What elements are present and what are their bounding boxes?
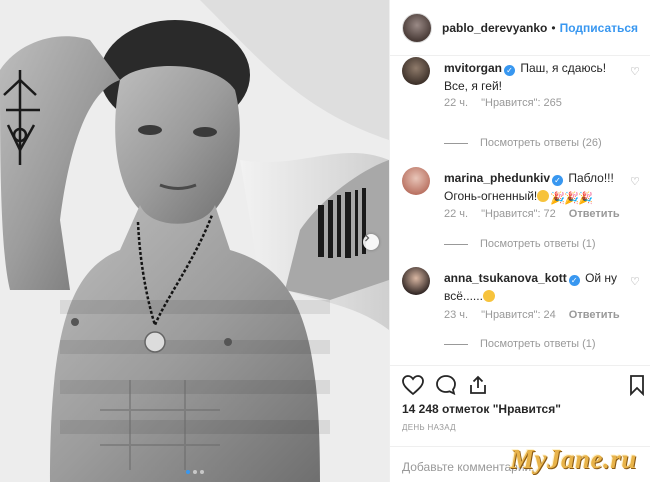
post-date[interactable]: ДЕНЬ НАЗАД: [402, 423, 456, 432]
comment-body: mvitorgan ✓ Паш, я сдаюсь! Все, я гей!: [444, 59, 624, 95]
comment-text: Огонь-огненный!: [444, 189, 538, 203]
comment-likes[interactable]: "Нравится": 265: [481, 97, 562, 109]
view-replies-button[interactable]: Посмотреть ответы (26): [444, 137, 602, 149]
carousel-dot[interactable]: [199, 470, 204, 474]
heart-eyes-emoji-icon: [537, 190, 550, 202]
comment-likes[interactable]: "Нравится": 24: [481, 309, 556, 321]
likes-count[interactable]: 14 248 отметок "Нравится": [402, 402, 561, 416]
comment-icon[interactable]: [435, 374, 457, 396]
view-replies-label: Посмотреть ответы (1): [480, 238, 596, 250]
verified-badge-icon: ✓: [504, 65, 516, 76]
author-avatar[interactable]: [402, 12, 432, 43]
comment-time: 22 ч.: [444, 97, 469, 109]
verified-badge-icon: ✓: [568, 275, 580, 286]
carousel-next-button[interactable]: [363, 234, 379, 250]
view-replies-label: Посмотреть ответы (1): [480, 338, 596, 350]
commenter-avatar[interactable]: [402, 167, 430, 195]
party-popper-emoji-icon: 🎉: [564, 191, 580, 205]
post-header: pablo_derevyanko • Подписаться: [390, 0, 650, 56]
action-bar: [390, 365, 650, 405]
comment-username[interactable]: anna_tsukanova_kott: [444, 271, 567, 285]
comments-list: mvitorgan ✓ Паш, я сдаюсь! Все, я гей! ♡ …: [390, 57, 650, 357]
view-replies-button[interactable]: Посмотреть ответы (1): [444, 238, 596, 250]
comment-username[interactable]: marina_phedunkiv: [444, 171, 550, 185]
like-comment-heart-icon[interactable]: ♡: [630, 175, 640, 188]
replies-line: [444, 243, 468, 245]
comment-meta: 22 ч. "Нравится": 72 Ответить: [444, 208, 620, 220]
carousel-dot[interactable]: [192, 470, 197, 474]
separator-dot: •: [551, 20, 556, 35]
like-comment-heart-icon[interactable]: ♡: [630, 65, 640, 78]
comment-meta: 22 ч. "Нравится": 265: [444, 97, 562, 109]
photo-illustration: [0, 0, 389, 482]
view-replies-label: Посмотреть ответы (26): [480, 137, 602, 149]
carousel-dots: [0, 470, 389, 474]
bookmark-icon[interactable]: [629, 374, 645, 396]
party-popper-emoji-icon: 🎉: [550, 191, 566, 205]
comment-meta: 23 ч. "Нравится": 24 Ответить: [444, 309, 620, 321]
comment-body: anna_tsukanova_kott ✓ Ой ну всё......: [444, 269, 624, 305]
replies-line: [444, 343, 468, 345]
post-photo[interactable]: [0, 0, 389, 482]
comment-username[interactable]: mvitorgan: [444, 61, 502, 75]
comment-body: marina_phedunkiv ✓ Пабло!!! Огонь-огненны…: [444, 169, 624, 205]
smiling-face-emoji-icon: [482, 290, 495, 302]
commenter-avatar[interactable]: [402, 57, 430, 85]
post-side-panel: pablo_derevyanko • Подписаться mvitorgan…: [389, 0, 650, 482]
like-comment-heart-icon[interactable]: ♡: [630, 275, 640, 288]
watermark-logo: MyJane.ru: [510, 444, 637, 474]
verified-badge-icon: ✓: [552, 175, 564, 186]
view-replies-button[interactable]: Посмотреть ответы (1): [444, 338, 596, 350]
comment-time: 22 ч.: [444, 208, 469, 220]
follow-button[interactable]: Подписаться: [560, 21, 638, 35]
chevron-right-icon: [365, 234, 370, 242]
carousel-dot[interactable]: [185, 470, 190, 474]
comment-text: Пабло!!!: [568, 171, 614, 185]
comment-time: 23 ч.: [444, 309, 469, 321]
replies-line: [444, 142, 468, 144]
comment-likes[interactable]: "Нравится": 72: [481, 208, 556, 220]
reply-button[interactable]: Ответить: [569, 208, 620, 220]
party-popper-emoji-icon: 🎉: [578, 191, 594, 205]
share-icon[interactable]: [467, 374, 489, 396]
heart-icon[interactable]: [401, 374, 425, 396]
author-username[interactable]: pablo_derevyanko: [442, 21, 547, 35]
reply-button[interactable]: Ответить: [569, 309, 620, 321]
commenter-avatar[interactable]: [402, 267, 430, 295]
